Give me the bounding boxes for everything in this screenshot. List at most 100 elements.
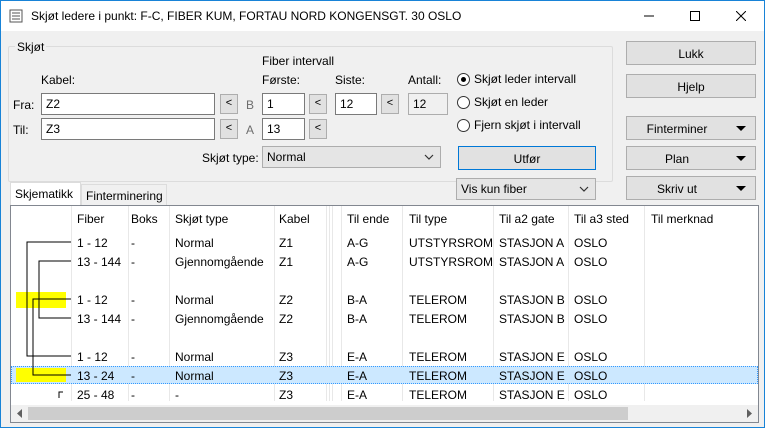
cell-fiber: 1 - 12 [77,350,108,364]
cell-kabel: Z2 [279,312,294,326]
cell-fiber: 13 - 144 [77,255,122,269]
cell-fiber: 1 - 12 [77,236,108,250]
maximize-button[interactable] [672,1,718,31]
cell-fiber: 13 - 24 [77,369,115,383]
cell-skjot-type: Gjennomgående [175,255,264,269]
cell-fiber: 25 - 48 [77,388,115,402]
skriv-ut-label: Skriv ut [656,182,697,196]
siste-label: Siste: [335,73,366,87]
fiber-filter-dropdown[interactable]: Vis kun fiber [456,178,596,200]
cell-skjot-type: Normal [175,350,214,364]
cell-boks: - [131,312,135,326]
cell-til-a3-sted: OSLO [574,388,608,402]
cell-til-type: UTSTYRSROM [409,236,493,250]
dropdown-arrow-icon [736,156,746,161]
splice-table: Fiber Boks Skjøt type Kabel Til ende Til… [10,205,759,423]
cell-kabel: Z3 [279,369,294,383]
antall-field: 12 [408,93,448,115]
column-header-kabel[interactable]: Kabel [279,206,310,230]
til-label: Til: [13,123,29,137]
utfor-button[interactable]: Utfør [458,146,596,170]
cell-til-type: TELEROM [409,369,468,383]
cell-til-ende: A-G [347,255,369,269]
cell-til-a3-sted: OSLO [574,255,608,269]
chevron-down-icon [579,186,589,192]
close-icon [736,11,746,21]
cell-boks: - [131,236,135,250]
cell-til-a2-gate: STASJON E [499,388,565,402]
cell-til-a2-gate: STASJON E [499,350,565,364]
cell-til-a2-gate: STASJON E [499,369,565,383]
radio-unselected-icon [457,95,470,109]
radio-label: Fjern skjøt i intervall [474,118,581,132]
horizontal-scrollbar[interactable] [11,405,758,422]
scroll-left-icon[interactable] [15,408,25,419]
close-button[interactable] [718,1,764,31]
plan-button[interactable]: Plan [626,146,756,170]
tab-finterminering[interactable]: Finterminering [81,184,167,206]
cell-til-a2-gate: STASJON A [499,255,565,269]
skjot-type-dropdown[interactable]: Normal [262,146,441,168]
fra-kabel-field[interactable]: Z2 [41,93,215,115]
skriv-ut-button[interactable]: Skriv ut [626,176,756,200]
cell-boks: - [131,388,135,402]
radio-skjot-leder-intervall[interactable]: Skjøt leder intervall [457,72,576,86]
cell-boks: - [131,350,135,364]
cell-til-a3-sted: OSLO [574,312,608,326]
splice-connection-lines [26,241,71,398]
til-kabel-select-button[interactable]: < [220,119,238,139]
fra-forste-field[interactable]: 1 [262,93,305,115]
column-header-til-type[interactable]: Til type [409,206,447,230]
cell-skjot-type: - [175,388,179,402]
cell-til-ende: E-A [347,350,368,364]
antall-label: Antall: [408,73,442,87]
cell-til-a3-sted: OSLO [574,369,608,383]
cell-til-a3-sted: OSLO [574,236,608,250]
til-kabel-field[interactable]: Z3 [41,118,215,140]
cell-til-type: TELEROM [409,293,468,307]
cell-til-ende: B-A [347,293,368,307]
cell-til-type: TELEROM [409,388,468,402]
column-header-fiber[interactable]: Fiber [77,206,104,230]
til-forste-button[interactable]: < [309,119,327,139]
column-header-boks[interactable]: Boks [131,206,158,230]
title-bar: Skjøt ledere i punkt: F-C, FIBER KUM, FO… [1,1,764,31]
skjot-type-value: Normal [267,150,306,164]
cell-fiber: 1 - 12 [77,293,108,307]
cell-skjot-type: Gjennomgående [175,312,264,326]
cell-boks: - [131,293,135,307]
cell-kabel: Z2 [279,293,294,307]
fra-siste-button[interactable]: < [381,94,399,114]
column-header-til-a3-sted[interactable]: Til a3 sted [574,206,629,230]
cell-til-ende: E-A [347,369,368,383]
filter-value: Vis kun fiber [461,182,527,196]
til-forste-field[interactable]: 13 [262,118,305,140]
column-header-til-a2-gate[interactable]: Til a2 gate [499,206,555,230]
tab-skjematikk[interactable]: Skjematikk [10,182,81,206]
app-icon [9,9,23,23]
fra-label: Fra: [13,98,35,112]
cell-til-a2-gate: STASJON B [499,312,565,326]
skjot-type-label: Skjøt type: [202,151,259,165]
til-end-letter: A [246,123,255,137]
cell-kabel: Z1 [279,255,294,269]
hjelp-button[interactable]: Hjelp [626,74,756,98]
cell-kabel: Z3 [279,350,294,364]
column-header-skjot-type[interactable]: Skjøt type [175,206,228,230]
column-header-til-merknad[interactable]: Til merknad [651,206,713,230]
cell-til-a3-sted: OSLO [574,293,608,307]
radio-fjern-skjot[interactable]: Fjern skjøt i intervall [457,118,581,132]
scroll-right-icon[interactable] [744,408,754,419]
finterminer-button[interactable]: Finterminer [626,116,756,140]
fra-kabel-select-button[interactable]: < [220,94,238,114]
lukk-button[interactable]: Lukk [626,41,756,65]
cell-til-ende: A-G [347,236,369,250]
minimize-button[interactable] [626,1,672,31]
column-header-til-ende[interactable]: Til ende [347,206,389,230]
fra-forste-button[interactable]: < [309,94,327,114]
fra-end-letter: B [246,98,255,112]
radio-skjot-en-leder[interactable]: Skjøt en leder [457,95,548,109]
scrollbar-thumb[interactable] [28,407,628,420]
fra-siste-field[interactable]: 12 [335,93,377,115]
cell-fiber: 13 - 144 [77,312,122,326]
